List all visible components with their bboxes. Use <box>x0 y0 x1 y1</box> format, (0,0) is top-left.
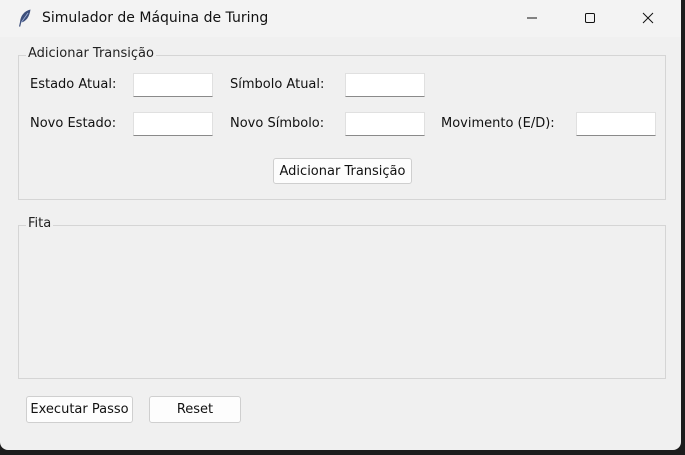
feather-icon <box>18 9 32 27</box>
close-icon <box>642 9 654 28</box>
new-symbol-label: Novo Símbolo: <box>230 116 325 131</box>
move-input[interactable] <box>576 112 656 136</box>
current-symbol-input[interactable] <box>345 73 425 97</box>
app-window: Simulador de Máquina de Turing Adicionar… <box>0 0 681 450</box>
transition-group-legend: Adicionar Transição <box>26 46 156 61</box>
title-bar[interactable]: Simulador de Máquina de Turing <box>0 0 681 37</box>
maximize-button[interactable] <box>562 0 618 37</box>
tape-group <box>18 225 666 379</box>
add-transition-button[interactable]: Adicionar Transição <box>273 158 412 184</box>
current-state-input[interactable] <box>133 73 213 97</box>
reset-button[interactable]: Reset <box>149 396 241 423</box>
current-symbol-label: Símbolo Atual: <box>230 77 325 92</box>
maximize-icon <box>584 9 596 28</box>
move-label: Movimento (E/D): <box>441 116 555 131</box>
new-symbol-input[interactable] <box>345 112 425 136</box>
execute-step-button[interactable]: Executar Passo <box>26 396 133 423</box>
tape-group-legend: Fita <box>26 216 54 231</box>
new-state-label: Novo Estado: <box>30 116 117 131</box>
new-state-input[interactable] <box>133 112 213 136</box>
window-title: Simulador de Máquina de Turing <box>42 10 269 26</box>
minimize-button[interactable] <box>504 0 560 37</box>
minimize-icon <box>526 9 538 28</box>
current-state-label: Estado Atual: <box>30 77 117 92</box>
close-button[interactable] <box>620 0 676 37</box>
